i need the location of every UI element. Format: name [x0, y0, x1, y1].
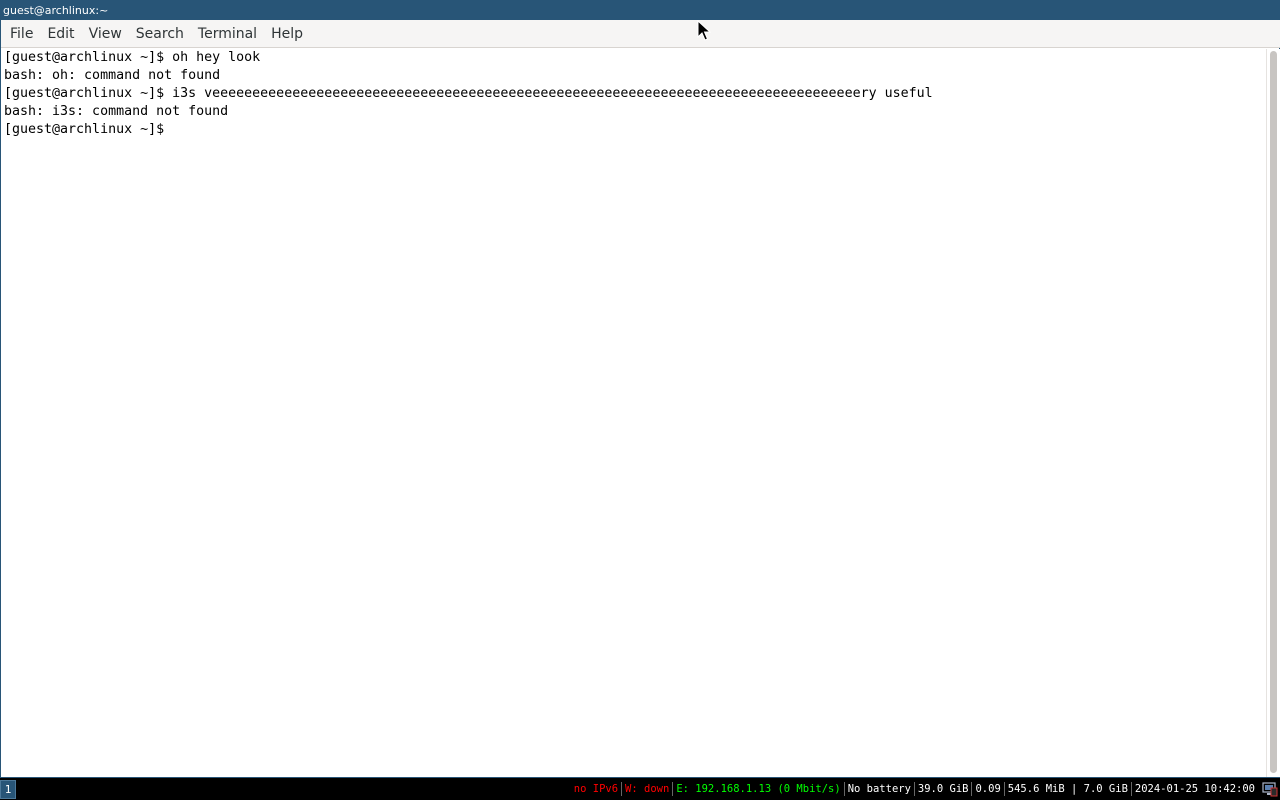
menu-edit[interactable]: Edit	[40, 20, 81, 48]
terminal-line: bash: i3s: command not found	[4, 104, 229, 119]
menu-file[interactable]: File	[3, 20, 40, 48]
terminal-prompt: [guest@archlinux ~]$	[4, 122, 165, 137]
status-items: no IPv6 W: down E: 192.168.1.13 (0 Mbit/…	[571, 778, 1280, 800]
window-title: guest@archlinux:~	[3, 4, 109, 17]
status-clock: 2024-01-25 10:42:00	[1134, 783, 1255, 795]
menu-search[interactable]: Search	[129, 20, 191, 48]
terminal-output[interactable]: [guest@archlinux ~]$ oh hey look bash: o…	[2, 49, 1265, 777]
mouse-cursor-icon	[697, 20, 711, 41]
terminal-scrollbar[interactable]	[1266, 49, 1280, 777]
terminal-line: [guest@archlinux ~]$ i3s veeeeeeeeeeeeee…	[4, 86, 933, 101]
status-ipv6: no IPv6	[573, 783, 619, 795]
status-battery: No battery	[847, 783, 911, 795]
menu-view[interactable]: View	[82, 20, 129, 48]
status-load: 0.09	[975, 783, 1001, 795]
menu-help[interactable]: Help	[264, 20, 310, 48]
workspace-button-1[interactable]: 1	[0, 779, 16, 799]
terminal-line: bash: oh: command not found	[4, 68, 221, 83]
status-ethernet: E: 192.168.1.13 (0 Mbit/s)	[676, 783, 841, 795]
status-disk: 39.0 GiB	[917, 783, 969, 795]
network-manager-icon[interactable]	[1262, 781, 1278, 797]
menu-terminal[interactable]: Terminal	[191, 20, 264, 48]
window-titlebar[interactable]: guest@archlinux:~	[1, 1, 1280, 20]
status-memory: 545.6 MiB | 7.0 GiB	[1007, 783, 1128, 795]
scrollbar-thumb[interactable]	[1270, 51, 1277, 773]
terminal-line: [guest@archlinux ~]$ oh hey look	[4, 50, 261, 65]
status-wireless: W: down	[625, 783, 670, 795]
i3-status-bar: 1 no IPv6 W: down E: 192.168.1.13 (0 Mbi…	[0, 778, 1280, 800]
menubar: File Edit View Search Terminal Help	[1, 20, 1280, 48]
terminal-window[interactable]: guest@archlinux:~ File Edit View Search …	[0, 0, 1280, 778]
